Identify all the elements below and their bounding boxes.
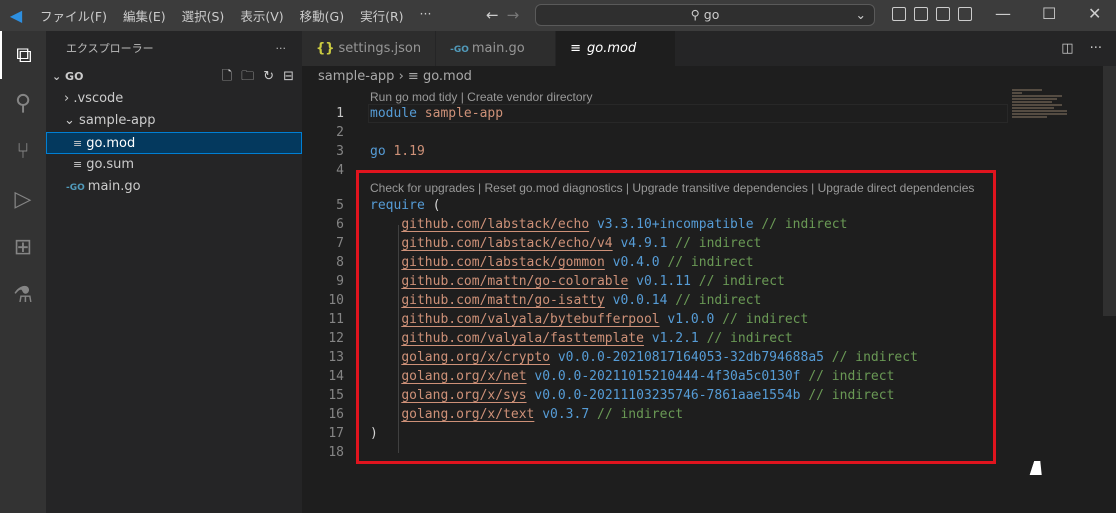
- tab-main-go[interactable]: -GO main.go: [436, 31, 557, 66]
- explorer-icon[interactable]: ⧉: [0, 31, 46, 79]
- menu-bar: ファイル(F) 編集(E) 選択(S) 表示(V) 移動(G) 実行(R) ··…: [32, 6, 439, 25]
- tree-item-sample-app[interactable]: ⌄ sample-app: [46, 110, 302, 132]
- explorer-title: エクスプローラー: [66, 42, 154, 55]
- go-file-icon: -GO: [66, 183, 85, 193]
- breadcrumb-folder[interactable]: sample-app: [318, 69, 394, 84]
- code-line: 2: [302, 123, 1002, 142]
- tree-label: go.sum: [86, 157, 135, 172]
- tab-settings-json[interactable]: {} settings.json: [302, 31, 437, 66]
- menu-more[interactable]: ···: [412, 6, 440, 25]
- minimize-button[interactable]: —: [995, 4, 1011, 23]
- menu-selection[interactable]: 選択(S): [174, 6, 233, 25]
- root-label: GO: [65, 70, 84, 83]
- tab-go-mod[interactable]: ≡ go.mod: [556, 31, 677, 66]
- tree-item-vscode[interactable]: › .vscode: [46, 88, 302, 110]
- refresh-icon[interactable]: ↻: [263, 66, 274, 88]
- explorer-sidebar: エクスプローラー ··· ⌄ GO 🗋 🗀 ↻ ⊟ › .vscode ⌄ sample…: [46, 31, 302, 513]
- breadcrumb: sample-app › ≡ go.mod: [318, 69, 472, 84]
- line-number: 7: [336, 236, 344, 251]
- vscode-logo-icon: ◀: [9, 6, 23, 25]
- line-number: 3: [336, 144, 344, 159]
- line-number: 11: [328, 312, 344, 327]
- line-number: 16: [328, 407, 344, 422]
- workspace-root[interactable]: ⌄ GO 🗋 🗀 ↻ ⊟: [46, 66, 302, 88]
- tab-bar: {} settings.json -GO main.go ≡ go.mod ◫ ···: [302, 31, 1116, 66]
- more-actions-button[interactable]: ···: [276, 31, 287, 66]
- line-number: 14: [328, 369, 344, 384]
- tree-item-go-mod[interactable]: ≡ go.mod: [46, 132, 302, 154]
- chevron-right-icon: ›: [64, 91, 70, 106]
- toggle-sidebar-icon[interactable]: [892, 7, 906, 21]
- maximize-button[interactable]: ☐: [1042, 4, 1056, 23]
- line-number: 15: [328, 388, 344, 403]
- chevron-down-icon[interactable]: ⌄: [856, 5, 866, 25]
- split-editor-icon[interactable]: ◫: [1061, 31, 1073, 66]
- command-center-search[interactable]: ⚲ go ⌄: [535, 4, 875, 26]
- customize-layout-icon[interactable]: [958, 7, 972, 21]
- tab-label: settings.json: [338, 41, 422, 56]
- go-version: 1.19: [393, 144, 425, 159]
- line-number: 1: [336, 106, 344, 121]
- code-line: 3 go 1.19: [302, 142, 1002, 161]
- more-actions-icon[interactable]: ···: [1090, 31, 1102, 66]
- line-number: 4: [336, 163, 344, 178]
- activity-bar: ⧉ ⚲ ⑂ ▷ ⊞ ⚗: [0, 31, 46, 513]
- json-icon: {}: [316, 41, 335, 56]
- tree-label: .vscode: [73, 91, 124, 106]
- file-lines-icon: ≡: [570, 41, 581, 56]
- forward-arrow-icon[interactable]: →: [507, 6, 520, 24]
- back-arrow-icon[interactable]: ←: [486, 6, 499, 24]
- collapse-all-icon[interactable]: ⊟: [283, 66, 294, 88]
- menu-go[interactable]: 移動(G): [292, 6, 352, 25]
- file-lines-icon: ≡: [73, 137, 83, 150]
- code-line: 1 module sample-app: [302, 104, 1002, 123]
- line-number: 12: [328, 331, 344, 346]
- module-name: sample-app: [424, 106, 504, 121]
- line-number: 6: [336, 217, 344, 232]
- testing-icon[interactable]: ⚗: [0, 271, 46, 319]
- search-icon: ⚲: [690, 7, 704, 22]
- code-text: go 1.19: [370, 142, 425, 161]
- line-number: 10: [328, 293, 344, 308]
- menu-run[interactable]: 実行(R): [352, 6, 411, 25]
- tree-label: go.mod: [86, 136, 136, 151]
- tab-label: main.go: [471, 41, 525, 56]
- keyword: go: [370, 144, 386, 159]
- new-file-icon[interactable]: 🗋: [222, 66, 232, 88]
- run-debug-icon[interactable]: ▷: [0, 175, 46, 223]
- breadcrumb-file[interactable]: go.mod: [423, 69, 472, 84]
- tree-label: sample-app: [79, 113, 156, 128]
- line-number: 9: [336, 274, 344, 289]
- menu-edit[interactable]: 編集(E): [115, 6, 174, 25]
- line-number: 18: [328, 445, 344, 460]
- tree-label: main.go: [87, 179, 141, 194]
- source-control-icon[interactable]: ⑂: [0, 127, 46, 175]
- highlight-box: [356, 170, 996, 464]
- search-icon[interactable]: ⚲: [0, 79, 46, 127]
- new-folder-icon[interactable]: 🗀: [241, 66, 254, 88]
- keyword: module: [370, 106, 417, 121]
- tree-item-main-go[interactable]: -GO main.go: [46, 176, 302, 198]
- go-file-icon: -GO: [450, 45, 469, 55]
- title-bar: ◀ ファイル(F) 編集(E) 選択(S) 表示(V) 移動(G) 実行(R) …: [0, 0, 1116, 31]
- vertical-scrollbar[interactable]: [1103, 66, 1116, 316]
- line-number: 5: [336, 198, 344, 213]
- menu-view[interactable]: 表示(V): [232, 6, 291, 25]
- minimap[interactable]: [1012, 88, 1072, 128]
- tab-label: go.mod: [586, 41, 637, 56]
- line-number: 13: [328, 350, 344, 365]
- toggle-secondary-sidebar-icon[interactable]: [936, 7, 950, 21]
- extensions-icon[interactable]: ⊞: [0, 223, 46, 271]
- chevron-down-icon: ⌄: [64, 113, 75, 128]
- line-number: 8: [336, 255, 344, 270]
- code-text: module sample-app: [370, 104, 503, 123]
- tree-item-go-sum[interactable]: ≡ go.sum: [46, 154, 302, 176]
- menu-file[interactable]: ファイル(F): [32, 6, 115, 25]
- search-text: go: [703, 7, 720, 22]
- toggle-panel-icon[interactable]: [914, 7, 928, 21]
- file-lines-icon: ≡: [73, 158, 83, 171]
- close-button[interactable]: ✕: [1088, 4, 1101, 23]
- line-number: 2: [336, 125, 344, 140]
- line-number: 17: [328, 426, 344, 441]
